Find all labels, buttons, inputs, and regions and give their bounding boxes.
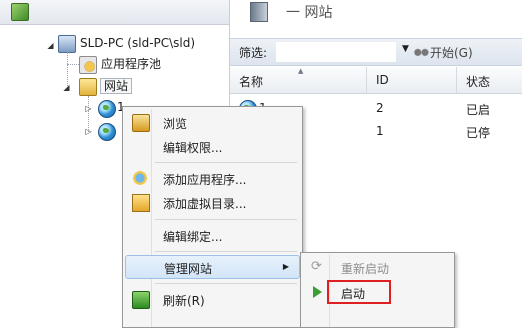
menu-item-label: 编辑权限... [163,141,223,155]
cell-id: 2 [376,101,384,115]
start-filter-button[interactable]: 开始(G) [430,44,473,61]
submenu-item-label: 重新启动 [341,262,390,276]
filter-dropdown-icon[interactable]: ▼ [402,44,409,54]
list-header: ▲ 名称 ID 状态 [230,67,522,94]
app-pools-label: 应用程序池 [101,57,162,71]
server-label: SLD-PC (sld-PC\sld) [80,36,196,50]
cell-id: 1 [376,124,384,138]
sites-folder-icon [79,78,97,96]
submenu-item-restart[interactable]: ⟳ 重新启动 [303,256,452,280]
menu-separator [155,283,297,284]
menu-item-edit-permissions[interactable]: 编辑权限... [125,135,300,159]
sites-header-icon [250,2,268,22]
server-collapse-icon[interactable]: ◢ [46,41,55,50]
submenu-arrow-icon: ▶ [282,262,289,271]
sites-collapse-icon[interactable]: ◢ [62,83,71,92]
menu-separator [155,162,297,163]
menu-item-label: 添加应用程序... [163,173,247,187]
cell-status: 已停 [466,126,491,140]
menu-item-label: 添加虚拟目录... [163,197,247,211]
menu-separator [155,251,297,252]
site-2-globe-icon [98,123,116,141]
menu-item-label: 编辑绑定... [163,230,223,244]
tree-item-app-pools[interactable]: 应用程序池 [101,55,161,73]
column-header-status[interactable]: 状态 [466,73,490,90]
menu-separator [155,219,297,220]
menu-item-edit-bindings[interactable]: 编辑绑定... [125,224,300,248]
highlight-box [327,280,391,304]
application-pool-icon [79,56,97,74]
column-divider[interactable] [456,67,457,93]
cell-status: 已启 [466,103,491,117]
browse-icon [132,114,150,132]
menu-item-add-virtual-directory[interactable]: 添加虚拟目录... [125,191,300,215]
site-1-globe-icon [98,100,116,118]
menu-item-label: 刷新(R) [163,294,205,308]
menu-item-label: 管理网站 [164,262,213,276]
column-header-id[interactable]: ID [376,73,389,87]
menu-item-browse[interactable]: 浏览 [125,111,300,135]
play-icon [313,286,322,298]
filter-bar: 筛选: ▼ 开始(G) [230,38,522,66]
filter-input[interactable] [276,42,396,62]
column-header-name[interactable]: 名称 [239,73,263,90]
menu-item-manage-site[interactable]: 管理网站 ▶ [125,255,300,279]
context-menu: 浏览 编辑权限... 添加应用程序... 添加虚拟目录... 编辑绑定... 管… [122,106,303,328]
content-header: 一 网站 [230,0,522,30]
refresh-icon [132,291,150,309]
menu-item-label: 浏览 [163,117,188,131]
add-application-icon [132,170,148,186]
tree-toolbar [0,0,229,25]
filter-label: 筛选: [239,46,268,60]
page-title: 一 网站 [286,5,333,21]
server-icon [58,35,76,53]
site-2-expand-icon[interactable]: ▷ [84,127,93,136]
tree-item-sites[interactable]: 网站 [100,77,133,95]
menu-item-refresh[interactable]: 刷新(R) [125,288,300,312]
restart-icon: ⟳ [311,259,322,274]
toolbar-connect-icon[interactable] [11,3,29,21]
site-1-expand-icon[interactable]: ▷ [84,104,93,113]
tree-line [67,64,79,65]
menu-item-add-application[interactable]: 添加应用程序... [125,167,300,191]
binoculars-icon [413,44,429,58]
column-divider[interactable] [366,67,367,93]
add-virtual-directory-icon [132,194,150,212]
sites-label: 网站 [100,78,133,94]
sort-ascending-icon: ▲ [298,67,304,75]
tree-item-server[interactable]: SLD-PC (sld-PC\sld) [80,34,195,52]
